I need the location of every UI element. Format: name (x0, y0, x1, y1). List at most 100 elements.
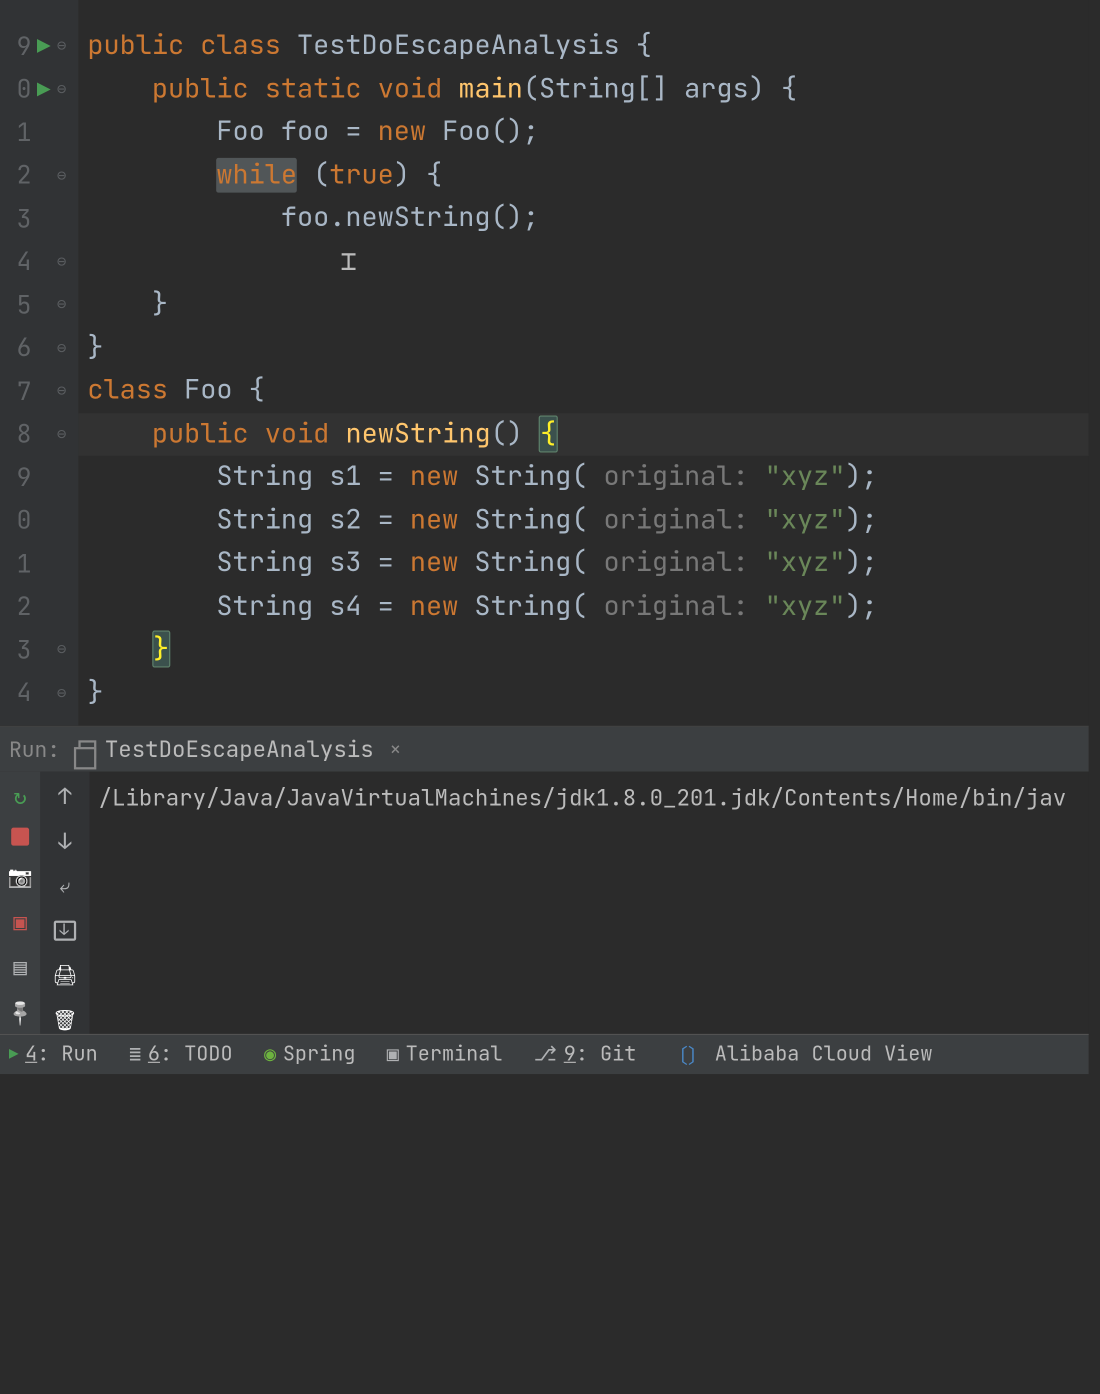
up-button[interactable] (52, 783, 79, 810)
brackets-icon: 〔〕 (668, 1040, 708, 1069)
line-number: 9 (4, 461, 31, 493)
layout-button[interactable] (7, 953, 34, 980)
bottom-bar-label: Spring (283, 1042, 356, 1068)
bottom-bar-item[interactable]: ▶ 4: Run (9, 1042, 98, 1068)
line-number: 2 (4, 591, 31, 623)
line-number: 0 (4, 73, 31, 105)
fold-icon[interactable]: ⊖ (52, 640, 72, 660)
run-tab-label[interactable]: TestDoEscapeAnalysis (105, 735, 374, 764)
line-number: 0 (4, 504, 31, 536)
run-config-icon (78, 740, 96, 758)
console-line: /Library/Java/JavaVirtualMachines/jdk1.8… (99, 783, 1080, 812)
bottom-bar-item[interactable]: Terminal (387, 1042, 503, 1068)
text-cursor-icon: ⌶ (340, 244, 358, 275)
run-panel-title: Run: (9, 735, 60, 763)
gutter-row[interactable]: 9 (0, 456, 78, 499)
rerun-button[interactable]: ↻ (7, 783, 34, 810)
code-line[interactable]: class Foo { (78, 370, 1088, 413)
line-number: 4 (4, 246, 31, 278)
todo-icon (129, 1042, 141, 1068)
code-line[interactable] (78, 240, 1088, 283)
code-line[interactable]: String s2 = new String( original: "xyz")… (78, 499, 1088, 542)
fold-icon[interactable]: ⊖ (52, 295, 72, 315)
gutter-row[interactable]: 0▶⊖ (0, 68, 78, 111)
code-line[interactable]: Foo foo = new Foo(); (78, 111, 1088, 154)
gutter-row[interactable]: 9▶⊖ (0, 25, 78, 68)
code-line[interactable]: foo.newString(); (78, 197, 1088, 240)
bottom-bar-item[interactable]: 6: TODO (129, 1042, 233, 1068)
code-line[interactable]: String s3 = new String( original: "xyz")… (78, 542, 1088, 585)
code-line[interactable]: } (78, 283, 1088, 326)
line-number: 5 (4, 289, 31, 321)
fold-icon[interactable]: ⊖ (52, 36, 72, 56)
gutter-row[interactable]: 7⊖ (0, 370, 78, 413)
close-icon[interactable]: × (389, 736, 401, 762)
pin-button[interactable] (7, 998, 34, 1025)
run-gutter-icon[interactable]: ▶ (37, 75, 50, 104)
gutter-row[interactable]: 8⊖ (0, 413, 78, 456)
code-line[interactable]: public static void main(String[] args) { (78, 68, 1088, 111)
bottom-bar-label: Terminal (406, 1042, 503, 1068)
gutter-row[interactable]: 4⊖ (0, 671, 78, 714)
code-line[interactable]: String s4 = new String( original: "xyz")… (78, 585, 1088, 628)
gutter-row[interactable]: 2⊖ (0, 154, 78, 197)
bottom-bar-item[interactable]: 〔〕 Alibaba Cloud View (668, 1040, 933, 1069)
code-line[interactable]: public void newString() { (78, 413, 1088, 456)
line-number: 3 (4, 202, 31, 234)
code-line[interactable]: } (78, 671, 1088, 714)
gutter-row[interactable]: 0 (0, 499, 78, 542)
line-number: 1 (4, 547, 31, 579)
code-line[interactable]: } (78, 326, 1088, 369)
code-line[interactable]: } (78, 628, 1088, 671)
gutter-row[interactable]: 2 (0, 585, 78, 628)
git-icon (534, 1042, 557, 1068)
line-number: 8 (4, 418, 31, 450)
gutter-row[interactable]: 1 (0, 111, 78, 154)
line-number: 6 (4, 332, 31, 364)
run-icon: ▶ (9, 1044, 18, 1064)
gutter-row[interactable]: 4⊖ (0, 240, 78, 283)
fold-icon[interactable]: ⊖ (52, 381, 72, 401)
spring-icon (264, 1042, 276, 1068)
gutter-row[interactable]: 3 (0, 197, 78, 240)
line-number: 2 (4, 159, 31, 191)
bottom-bar-label: 4: Run (25, 1042, 98, 1068)
bottom-bar-label: 6: TODO (148, 1042, 233, 1068)
code-line[interactable]: public class TestDoEscapeAnalysis { (78, 25, 1088, 68)
fold-icon[interactable]: ⊖ (52, 165, 72, 185)
run-toolbar-primary: ↻ (0, 772, 40, 1034)
run-gutter-icon[interactable]: ▶ (37, 32, 50, 61)
bottom-bar-item[interactable]: 9: Git (534, 1042, 637, 1068)
console-output[interactable]: /Library/Java/JavaVirtualMachines/jdk1.8… (90, 772, 1089, 1034)
run-panel-header: Run: TestDoEscapeAnalysis × (0, 727, 1089, 772)
fold-icon[interactable]: ⊖ (52, 683, 72, 703)
bottom-bar-label: Alibaba Cloud View (715, 1042, 933, 1068)
soft-wrap-button[interactable] (52, 872, 79, 899)
line-number: 1 (4, 116, 31, 148)
fold-icon[interactable]: ⊖ (52, 79, 72, 99)
scroll-to-end-button[interactable] (52, 917, 79, 944)
gutter-row[interactable]: 5⊖ (0, 283, 78, 326)
terminal-icon (387, 1042, 399, 1068)
gutter-row[interactable]: 6⊖ (0, 326, 78, 369)
dump-threads-button[interactable] (7, 864, 34, 891)
code-line[interactable]: while (true) { (78, 154, 1088, 197)
fold-icon[interactable]: ⊖ (52, 424, 72, 444)
print-button[interactable] (52, 962, 79, 989)
bottom-bar-item[interactable]: Spring (264, 1042, 355, 1068)
fold-icon[interactable]: ⊖ (52, 252, 72, 272)
stop-button[interactable] (11, 828, 29, 846)
run-toolbar-secondary (40, 772, 89, 1034)
fold-icon[interactable]: ⊖ (52, 338, 72, 358)
bottom-tool-bar: ▶ 4: Run 6: TODO Spring Terminal 9: Git 〔〕 Alib… (0, 1034, 1089, 1074)
exit-button[interactable] (7, 908, 34, 935)
gutter-row[interactable]: 3⊖ (0, 628, 78, 671)
down-button[interactable] (52, 828, 79, 855)
line-number: 9 (4, 30, 31, 62)
code-area[interactable]: ⌶ public class TestDoEscapeAnalysis { pu… (78, 0, 1088, 726)
clear-all-button[interactable] (52, 1007, 79, 1034)
gutter-row[interactable]: 1 (0, 542, 78, 585)
bottom-bar-label: 9: Git (564, 1042, 637, 1068)
code-editor[interactable]: 9▶⊖0▶⊖12⊖34⊖5⊖6⊖7⊖8⊖90123⊖4⊖ ⌶ public cl… (0, 0, 1089, 726)
code-line[interactable]: String s1 = new String( original: "xyz")… (78, 456, 1088, 499)
